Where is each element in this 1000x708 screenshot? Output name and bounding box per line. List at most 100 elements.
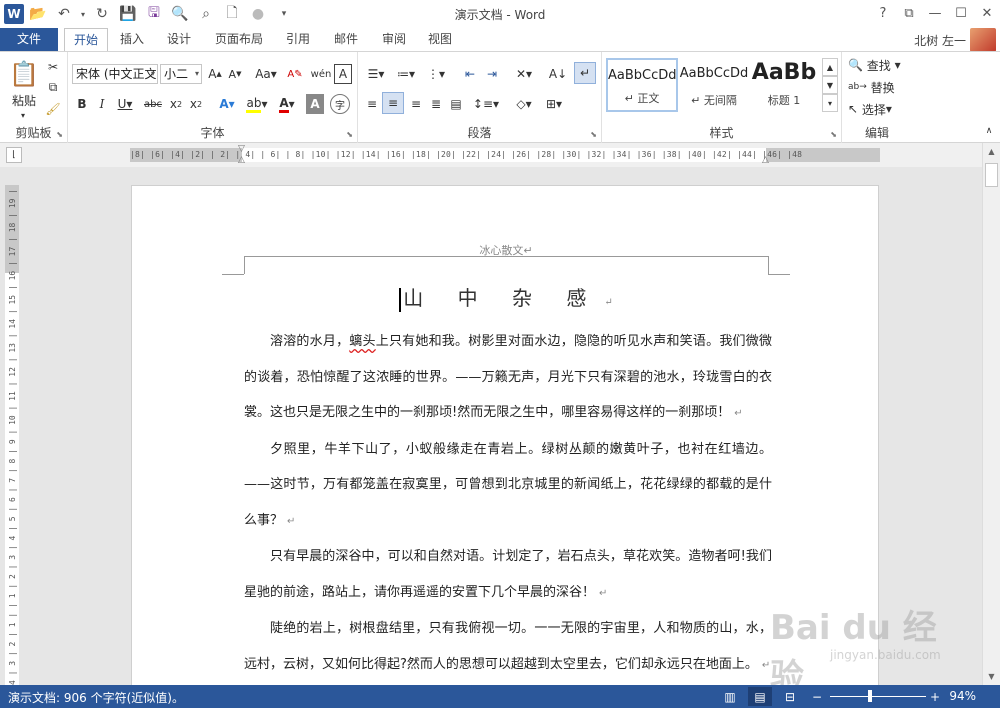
binoculars-icon[interactable]: ⌕ [194,3,218,25]
distributed-icon[interactable]: ▤ [446,94,466,114]
show-paragraph-marks-icon[interactable]: ↵ [574,62,596,84]
undo-icon[interactable]: ↶ [52,3,76,25]
spelling-error-text[interactable]: 螭头 [349,334,375,349]
collapse-ribbon-icon[interactable]: ∧ [982,124,996,138]
word-count-status[interactable]: 演示文档: 906 个字符(近似值)。 [8,689,184,706]
line-spacing-icon[interactable]: ↕≡▾ [472,94,500,114]
italic-icon[interactable]: I [94,94,110,114]
help-icon[interactable]: ? [870,0,896,26]
select-button[interactable]: ↖ 选择 ▾ [848,100,908,118]
scrollbar-thumb[interactable] [985,163,998,187]
vertical-scrollbar[interactable]: ▲ ▼ [982,143,1000,685]
web-layout-icon[interactable]: ⊟ [778,687,802,706]
highlight-color-icon[interactable]: ab ▾ [244,94,270,114]
scroll-up-icon[interactable]: ▲ [983,143,1000,160]
tab-insert[interactable]: 插入 [112,28,152,52]
subscript-icon[interactable]: x2 [166,94,186,114]
save-as-icon[interactable]: 🖫 [142,3,166,25]
grow-font-icon[interactable]: A ▲ [206,64,224,84]
horizontal-ruler[interactable]: |8| |6| |4| |2| | 2| | 4| | 6| | 8| |10|… [130,145,880,165]
zoom-slider[interactable] [830,696,926,697]
vertical-ruler[interactable]: 4 | 3 | 2 | 1 | | 1 | 2 | 3 | 4 | 5 | 6 … [5,185,19,685]
right-indent-marker[interactable]: △ [762,156,771,165]
avatar[interactable] [970,28,996,52]
tab-file[interactable]: 文件 [0,28,58,52]
numbering-icon[interactable]: ≔▾ [392,64,420,84]
underline-icon[interactable]: U▾ [114,94,136,114]
decrease-indent-icon[interactable]: ⇤ [460,64,480,84]
minimize-icon[interactable]: — [922,0,948,26]
undo-dropdown-icon[interactable]: ▾ [78,3,88,25]
align-center-icon[interactable]: ≡ [382,92,404,114]
paragraph[interactable]: 只有早晨的深谷中，可以和自然对语。计划定了，岩石点头，草花欢笑。造物者呵!我们星… [244,539,772,611]
chinese-layout-icon[interactable]: ✕▾ [510,64,538,84]
paragraph[interactable]: 溶溶的水月，螭头上只有她和我。树影里对面水边，隐隐的听见水声和笑语。我们微微的谈… [244,324,772,432]
scroll-down-icon[interactable]: ▼ [983,668,1000,685]
redo-icon[interactable]: ↻ [90,3,114,25]
new-document-icon[interactable]: 🗋 [220,3,244,25]
tab-page-layout[interactable]: 页面布局 [208,28,270,52]
phonetic-guide-icon[interactable]: wén [310,64,332,84]
paste-button[interactable]: 粘贴 [6,92,42,108]
customize-qat-icon[interactable]: ▾ [272,3,296,25]
character-border-icon[interactable]: A [334,64,352,84]
enclose-characters-icon[interactable]: 字 [330,94,350,114]
cut-icon[interactable]: ✂ [44,58,62,76]
font-name-dropdown[interactable]: 宋体 (中文正文 ▾ [72,64,158,84]
clipboard-launcher-icon[interactable]: ⬊ [56,130,63,139]
paragraph[interactable]: 陡绝的岩上，树根盘结里，只有我俯视一切。一一无限的宇宙里，人和物质的山，水，远村… [244,611,772,683]
style-normal[interactable]: AaBbCcDd ↵ 正文 [606,58,678,112]
align-left-icon[interactable]: ≡ [362,94,382,114]
shrink-font-icon[interactable]: A ▼ [226,64,244,84]
zoom-slider-thumb[interactable] [868,690,872,702]
style-heading-1[interactable]: AaBb 标题 1 [750,58,818,112]
tab-home[interactable]: 开始 [64,28,108,52]
styles-launcher-icon[interactable]: ⬊ [830,130,837,139]
strikethrough-icon[interactable]: abc [142,94,164,114]
shading-icon[interactable]: ◇▾ [510,94,538,114]
paragraph-launcher-icon[interactable]: ⬊ [590,130,597,139]
user-name[interactable]: 北树 左一 [914,32,966,49]
bullets-icon[interactable]: ☰▾ [362,64,390,84]
justify-icon[interactable]: ≣ [426,94,446,114]
tab-review[interactable]: 审阅 [374,28,414,52]
tab-references[interactable]: 引用 [278,28,318,52]
document-body[interactable]: 溶溶的水月，螭头上只有她和我。树影里对面水边，隐隐的听见水声和笑语。我们微微的谈… [244,324,772,683]
zoom-in-icon[interactable]: + [926,687,944,706]
styles-scroll-down-icon[interactable]: ▼ [822,76,838,94]
change-case-icon[interactable]: Aa▾ [252,64,280,84]
copy-icon[interactable]: ⧉ [44,78,62,96]
increase-indent-icon[interactable]: ⇥ [482,64,502,84]
tab-selector-icon[interactable]: ⌊ [6,147,22,163]
circle-icon[interactable]: ● [246,3,270,25]
text-effects-icon[interactable]: A▾ [214,94,240,114]
ribbon-display-options-icon[interactable]: ⧉ [896,0,922,26]
font-color-icon[interactable]: A ▾ [274,94,300,114]
font-launcher-icon[interactable]: ⬊ [346,130,353,139]
character-shading-icon[interactable]: A [306,94,324,114]
save-icon[interactable]: 💾 [116,3,140,25]
replace-button[interactable]: ab→ 替换 [848,78,908,96]
style-no-spacing[interactable]: AaBbCcDd ↵ 无间隔 [678,58,750,112]
multilevel-list-icon[interactable]: ⋮▾ [422,64,450,84]
sort-icon[interactable]: A↓ [548,64,568,84]
tab-design[interactable]: 设计 [158,28,200,52]
word-logo-icon[interactable]: W [4,4,24,24]
page[interactable]: 冰心散文↵ 山 中 杂 感 ↵ 溶溶的水月，螭头上只有她和我。树影里对面水边，隐隐… [131,185,879,685]
format-painter-icon[interactable]: 🖌 [44,100,62,118]
find-button[interactable]: 🔍 查找 ▾ [848,56,908,74]
font-size-dropdown[interactable]: 小二 ▾ [160,64,202,84]
document-title[interactable]: 山 中 杂 感 ↵ [132,282,880,312]
tab-mailings[interactable]: 邮件 [326,28,366,52]
paragraph[interactable]: 夕照里，牛羊下山了，小蚁般缘走在青岩上。绿树丛颠的嫩黄叶子，也衬在红墙边。——这… [244,432,772,540]
clear-formatting-icon[interactable]: A✎ [284,64,306,84]
print-layout-icon[interactable]: ▤ [748,687,772,706]
tab-view[interactable]: 视图 [420,28,460,52]
align-right-icon[interactable]: ≡ [406,94,426,114]
styles-scroll-up-icon[interactable]: ▲ [822,58,838,76]
paste-dropdown-icon[interactable]: ▾ [18,110,28,120]
zoom-out-icon[interactable]: − [808,687,826,706]
print-preview-icon[interactable]: 🔍 [168,3,192,25]
paste-icon[interactable]: 📋 [8,58,40,90]
open-icon[interactable]: 📂 [26,3,50,25]
